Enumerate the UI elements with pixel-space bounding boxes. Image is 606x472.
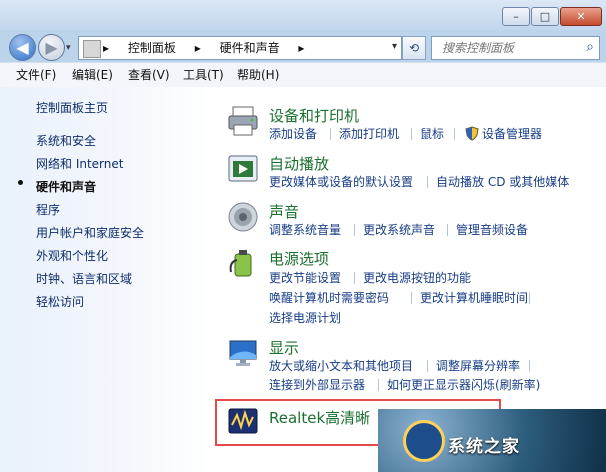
category-title[interactable]: 声音: [269, 203, 299, 221]
close-icon: ✕: [576, 10, 586, 23]
breadcrumb-hardware-sound[interactable]: 硬件和声音: [220, 41, 280, 55]
menu-bar: 文件(F) 编辑(E) 查看(V) 工具(T) 帮助(H): [0, 62, 606, 88]
minimize-icon: –: [513, 10, 519, 23]
sidebar-item-hardware-sound[interactable]: 硬件和声音: [36, 179, 96, 195]
menu-file[interactable]: 文件(F): [16, 67, 56, 83]
search-box[interactable]: ⌕: [431, 36, 600, 60]
link-adjust-volume[interactable]: 调整系统音量: [269, 222, 341, 238]
breadcrumb-separator-icon: ▸: [194, 41, 201, 55]
address-bar[interactable]: ▸ 控制面板 ▸ 硬件和声音 ▸ ▾: [78, 36, 402, 60]
link-adjust-resolution[interactable]: 调整屏幕分辨率: [436, 358, 520, 374]
menu-edit[interactable]: 编辑(E): [72, 67, 113, 83]
display-icon: [229, 340, 257, 366]
link-connect-external-display[interactable]: 连接到外部显示器: [269, 377, 365, 393]
category-title[interactable]: 显示: [269, 339, 299, 357]
link-divider: [411, 292, 412, 304]
back-arrow-icon: ◀: [16, 38, 29, 57]
link-divider: [354, 224, 355, 236]
link-manage-audio-devices[interactable]: 管理音频设备: [456, 222, 528, 238]
sidebar-item-user-accounts[interactable]: 用户帐户和家庭安全: [36, 225, 144, 241]
watermark-text: 系统之家: [448, 437, 520, 457]
category-title[interactable]: 电源选项: [269, 250, 329, 268]
back-button[interactable]: ◀: [9, 34, 36, 61]
link-divider: [354, 272, 355, 284]
forward-button[interactable]: ▶: [38, 34, 65, 61]
search-icon[interactable]: ⌕: [586, 39, 594, 55]
link-device-manager[interactable]: 设备管理器: [482, 126, 542, 142]
navigation-bar: ◀ ▶ ▾ ▸ 控制面板 ▸ 硬件和声音 ▸ ▾ ⟲ ⌕: [0, 30, 606, 61]
sidebar-item-appearance[interactable]: 外观和个性化: [36, 248, 108, 264]
maximize-icon: □: [539, 10, 551, 23]
shield-icon: [465, 126, 479, 141]
menu-view[interactable]: 查看(V): [128, 67, 170, 83]
category-title[interactable]: 设备和打印机: [269, 107, 359, 125]
breadcrumb-separator-icon: ▸: [103, 41, 110, 55]
link-divider: [330, 128, 331, 140]
link-change-system-sounds[interactable]: 更改系统声音: [363, 222, 435, 238]
link-divider: [454, 128, 455, 140]
control-panel-window: – □ ✕ ◀ ▶ ▾ ▸ 控制面板 ▸ 硬件和声音 ▸ ▾ ⟲ ⌕: [0, 0, 606, 472]
forward-arrow-icon: ▶: [45, 38, 58, 57]
sidebar-item-ease-of-access[interactable]: 轻松访问: [36, 294, 84, 310]
link-change-sleep-time[interactable]: 更改计算机睡眠时间: [420, 290, 528, 306]
printer-icon: [228, 106, 258, 136]
speaker-icon: [228, 202, 258, 232]
link-fix-display-flicker[interactable]: 如何更正显示器闪烁(刷新率): [387, 377, 540, 393]
power-icon: [229, 250, 252, 277]
control-panel-icon: [83, 40, 101, 58]
history-dropdown-icon[interactable]: ▾: [66, 43, 71, 53]
link-divider: [529, 292, 530, 304]
link-add-printer[interactable]: 添加打印机: [339, 126, 399, 142]
link-choose-power-plan[interactable]: 选择电源计划: [269, 310, 341, 326]
minimize-button[interactable]: –: [502, 7, 530, 26]
search-input[interactable]: [440, 38, 574, 58]
link-require-password-on-wake[interactable]: 唤醒计算机时需要密码: [269, 290, 389, 306]
active-item-bullet-icon: [18, 180, 23, 185]
link-divider: [447, 224, 448, 236]
link-change-power-buttons[interactable]: 更改电源按钮的功能: [363, 270, 471, 286]
sidebar-item-clock-language[interactable]: 时钟、语言和区域: [36, 271, 132, 287]
link-divider: [529, 360, 530, 372]
breadcrumb-control-panel[interactable]: 控制面板: [128, 41, 176, 55]
close-button[interactable]: ✕: [560, 7, 602, 26]
link-change-power-saving[interactable]: 更改节能设置: [269, 270, 341, 286]
link-autoplay-cd[interactable]: 自动播放 CD 或其他媒体: [436, 174, 569, 190]
breadcrumb: ▸ 控制面板 ▸ 硬件和声音 ▸: [103, 37, 304, 59]
sidebar: 控制面板主页 系统和安全 网络和 Internet 硬件和声音 程序 用户帐户和…: [0, 87, 209, 472]
link-divider: [378, 379, 379, 391]
sidebar-item-control-panel-home[interactable]: 控制面板主页: [36, 100, 108, 116]
link-change-media-defaults[interactable]: 更改媒体或设备的默认设置: [269, 174, 413, 190]
maximize-button[interactable]: □: [531, 7, 559, 26]
title-bar: – □ ✕: [0, 0, 606, 30]
link-add-device[interactable]: 添加设备: [269, 126, 317, 142]
menu-help[interactable]: 帮助(H): [237, 67, 279, 83]
link-mouse[interactable]: 鼠标: [420, 126, 444, 142]
breadcrumb-separator-icon: ▸: [298, 41, 305, 55]
sidebar-item-network-internet[interactable]: 网络和 Internet: [36, 156, 123, 172]
link-divider: [427, 360, 428, 372]
menu-tools[interactable]: 工具(T): [183, 67, 224, 83]
autoplay-icon: [228, 155, 258, 182]
link-divider: [427, 176, 428, 188]
link-divider: [411, 128, 412, 140]
refresh-icon: ⟲: [408, 41, 420, 55]
address-dropdown-icon[interactable]: ▾: [392, 42, 397, 52]
watermark-logo-icon: [403, 420, 445, 462]
sidebar-item-system-security[interactable]: 系统和安全: [36, 133, 96, 149]
link-zoom-text[interactable]: 放大或缩小文本和其他项目: [269, 358, 413, 374]
sidebar-item-programs[interactable]: 程序: [36, 202, 60, 218]
refresh-button[interactable]: ⟲: [402, 36, 426, 60]
category-title[interactable]: 自动播放: [269, 155, 329, 173]
